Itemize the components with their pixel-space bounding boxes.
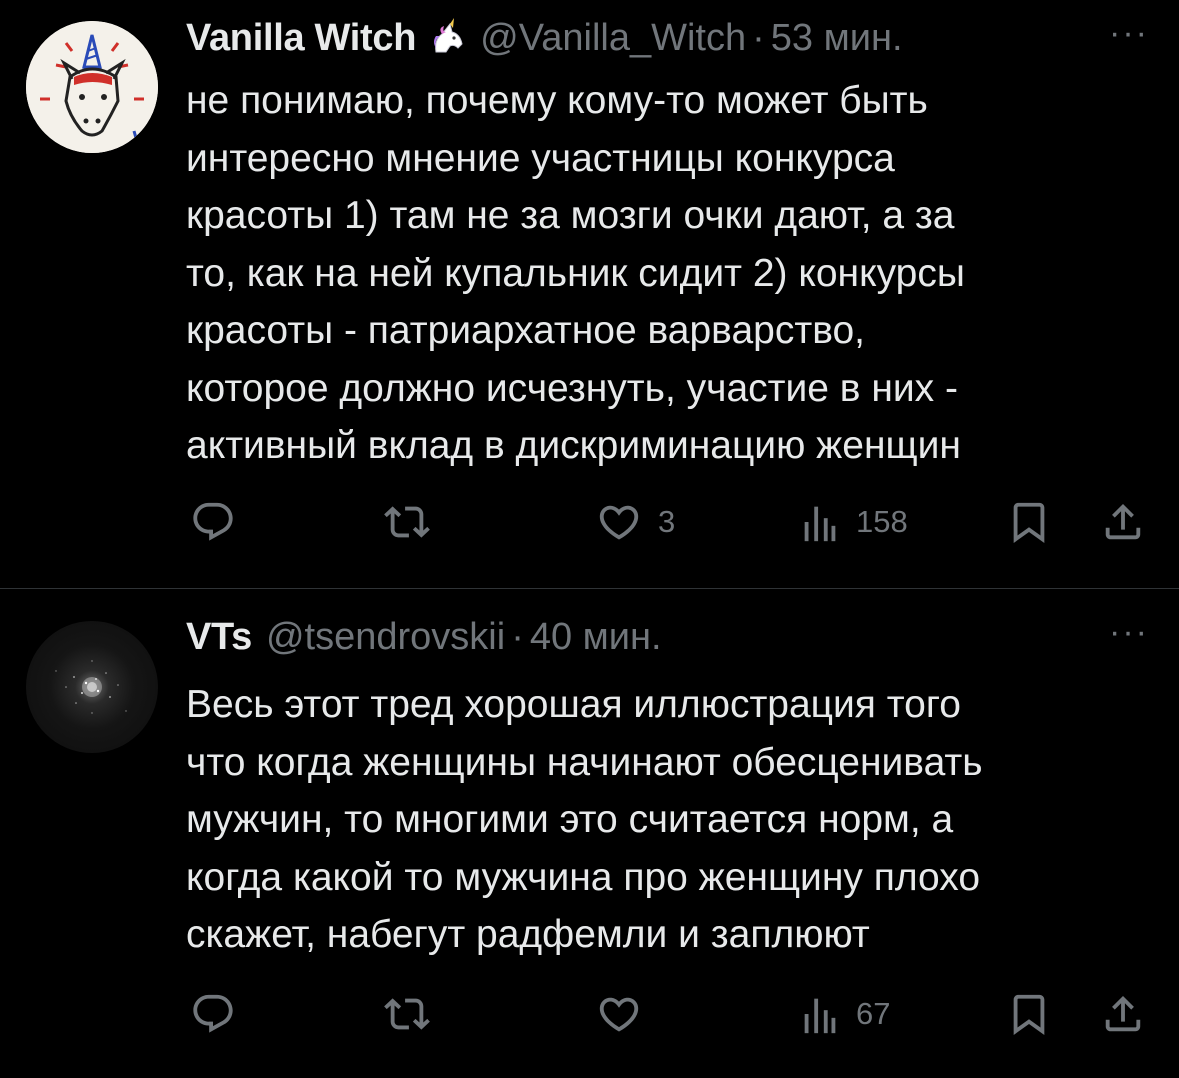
display-name[interactable]: Vanilla Witch — [186, 17, 416, 60]
views-button[interactable]: 158 — [800, 497, 908, 547]
tweet[interactable]: VTs @tsendrovskii · 40 мин. ··· Весь это… — [0, 589, 1179, 1078]
share-button[interactable] — [1100, 497, 1146, 547]
reply-icon — [193, 502, 233, 541]
bookmark-button[interactable] — [1006, 989, 1052, 1039]
avatar[interactable] — [26, 621, 158, 753]
more-options-icon[interactable]: ··· — [1109, 16, 1149, 50]
star-cluster-avatar-icon — [55, 660, 127, 714]
more-options-icon[interactable]: ··· — [1109, 615, 1149, 649]
user-handle[interactable]: @Vanilla_Witch — [480, 17, 746, 60]
tweet-actions: 3 158 — [186, 497, 1149, 547]
separator-dot: · — [752, 16, 765, 59]
like-count: 3 — [658, 504, 676, 539]
bookmark-icon — [1013, 502, 1045, 543]
timestamp[interactable]: 40 мин. — [530, 616, 662, 659]
unicorn-emoji-icon — [428, 18, 468, 58]
tweet-header: Vanilla Witch @Vanilla_Witch · 53 мин. ·… — [186, 14, 1149, 62]
heart-icon — [599, 997, 639, 1032]
reply-icon — [193, 994, 233, 1033]
share-icon — [1105, 995, 1141, 1032]
bookmark-button[interactable] — [1006, 497, 1052, 547]
reply-button[interactable] — [190, 989, 252, 1039]
retweet-icon — [384, 998, 430, 1030]
timestamp[interactable]: 53 мин. — [771, 17, 903, 60]
tweet-text: не понимаю, почему кому-то может быть ин… — [186, 79, 965, 467]
retweet-button[interactable] — [384, 497, 446, 547]
share-icon — [1105, 503, 1141, 540]
views-button[interactable]: 67 — [800, 989, 890, 1039]
retweet-icon — [384, 506, 430, 538]
user-handle[interactable]: @tsendrovskii — [266, 616, 505, 659]
bookmark-icon — [1013, 994, 1045, 1035]
share-button[interactable] — [1100, 989, 1146, 1039]
display-name[interactable]: VTs — [186, 616, 252, 659]
tweet-actions: 67 — [186, 989, 1149, 1039]
tweet-header: VTs @tsendrovskii · 40 мин. ··· — [186, 613, 1149, 661]
reply-button[interactable] — [190, 497, 252, 547]
like-button[interactable]: 3 — [596, 497, 675, 547]
view-count: 67 — [856, 996, 891, 1031]
separator-dot: · — [511, 615, 524, 658]
tweet-text: Весь этот тред хорошая иллюстрация того … — [186, 683, 983, 956]
retweet-button[interactable] — [384, 989, 446, 1039]
view-count: 158 — [856, 504, 908, 539]
avatar[interactable] — [26, 21, 158, 153]
views-chart-icon — [804, 998, 836, 1034]
tweet[interactable]: Vanilla Witch @Vanilla_Witch · 53 мин. ·… — [0, 0, 1179, 589]
like-button[interactable] — [596, 989, 658, 1039]
unicorn-doodle-avatar-icon — [26, 21, 158, 153]
heart-icon — [599, 505, 639, 540]
views-chart-icon — [804, 506, 836, 542]
